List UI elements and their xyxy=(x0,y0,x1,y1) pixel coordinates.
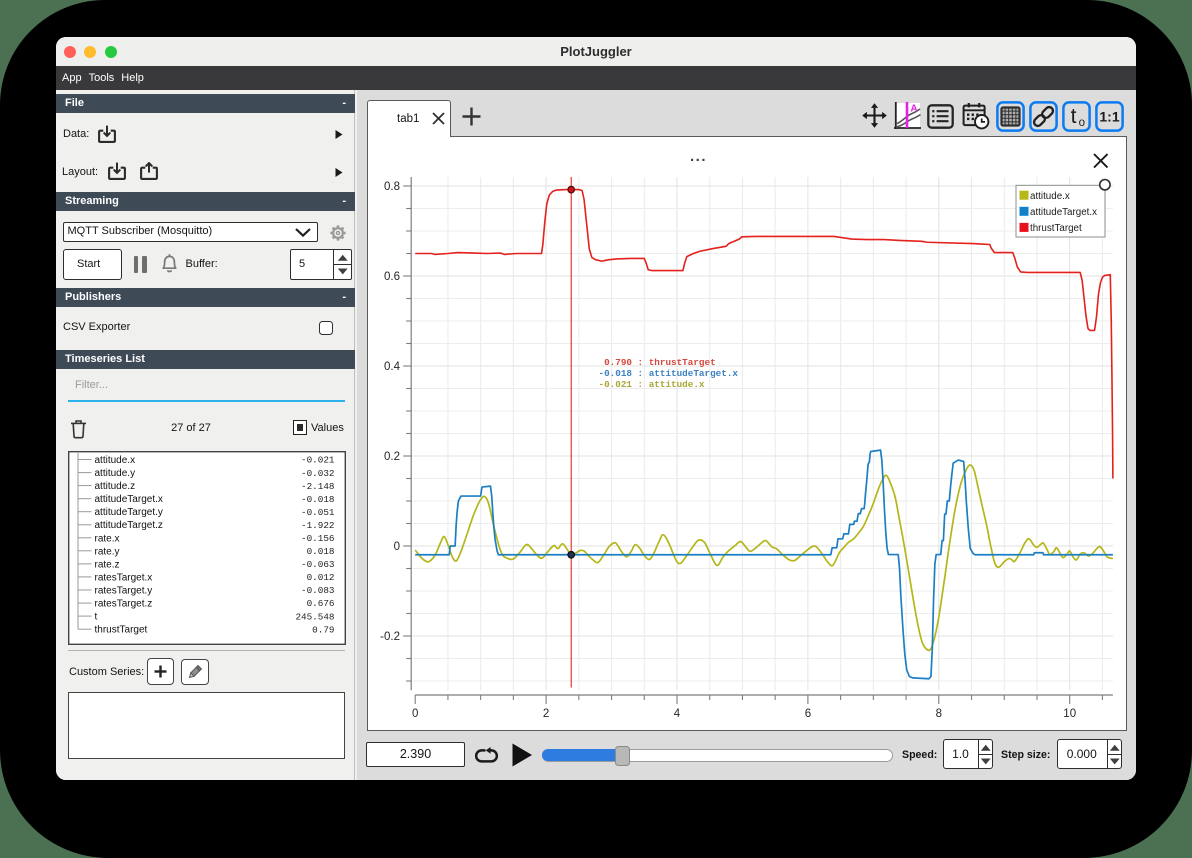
svg-text:-0.156: -0.156 xyxy=(301,533,334,544)
svg-text:ratesTarget.x: ratesTarget.x xyxy=(94,572,152,583)
svg-text:8: 8 xyxy=(936,708,942,720)
svg-text:-0.063: -0.063 xyxy=(301,559,334,570)
svg-text:o: o xyxy=(1079,117,1085,129)
svg-text:-2.148: -2.148 xyxy=(301,481,334,492)
svg-text:thrustTarget: thrustTarget xyxy=(94,625,147,636)
svg-text:attitudeTarget.z: attitudeTarget.z xyxy=(94,520,162,531)
svg-text:rate.x: rate.x xyxy=(94,533,119,544)
svg-text:6: 6 xyxy=(805,708,811,720)
svg-text:ratesTarget.y: ratesTarget.y xyxy=(94,586,152,597)
svg-text:thrustTarget: thrustTarget xyxy=(1030,223,1082,234)
svg-text:0.676: 0.676 xyxy=(306,598,334,609)
svg-text:A: A xyxy=(910,103,917,114)
svg-text:0.012: 0.012 xyxy=(306,572,334,583)
svg-text:-0.2: -0.2 xyxy=(380,631,400,643)
svg-text:0.8: 0.8 xyxy=(384,181,400,193)
svg-text:-0.032: -0.032 xyxy=(301,468,334,479)
svg-text:-0.018 : attitudeTarget.x: -0.018 : attitudeTarget.x xyxy=(599,368,739,379)
svg-text:0.790 : thrustTarget: 0.790 : thrustTarget xyxy=(599,357,716,368)
svg-text:-0.021 : attitude.x: -0.021 : attitude.x xyxy=(599,379,705,390)
svg-text:0.018: 0.018 xyxy=(306,546,334,557)
svg-text:ratesTarget.z: ratesTarget.z xyxy=(94,599,152,610)
svg-text:4: 4 xyxy=(674,708,681,720)
svg-text:-0.021: -0.021 xyxy=(301,455,335,466)
svg-text:t: t xyxy=(1071,105,1077,128)
svg-text:-1.922: -1.922 xyxy=(301,520,334,531)
svg-text:attitude.x: attitude.x xyxy=(1030,191,1070,202)
svg-text:attitude.x: attitude.x xyxy=(94,455,135,466)
svg-text:0: 0 xyxy=(394,541,400,553)
svg-text:0.4: 0.4 xyxy=(384,361,401,373)
svg-text:attitudeTarget.x: attitudeTarget.x xyxy=(1030,207,1097,218)
svg-text:1:1: 1:1 xyxy=(1099,108,1119,124)
svg-text:attitudeTarget.x: attitudeTarget.x xyxy=(94,494,162,505)
svg-text:0: 0 xyxy=(412,708,418,720)
svg-text:-0.051: -0.051 xyxy=(301,507,335,518)
svg-text:0.79: 0.79 xyxy=(312,624,334,635)
svg-text:245.548: 245.548 xyxy=(295,611,334,622)
svg-text:0.2: 0.2 xyxy=(384,451,400,463)
svg-text:rate.z: rate.z xyxy=(94,559,119,570)
svg-text:-0.083: -0.083 xyxy=(301,585,334,596)
svg-text:t: t xyxy=(94,612,97,623)
svg-text:2: 2 xyxy=(543,708,549,720)
svg-text:attitude.y: attitude.y xyxy=(94,468,135,479)
svg-text:rate.y: rate.y xyxy=(94,546,119,557)
svg-text:-0.018: -0.018 xyxy=(301,494,334,505)
svg-text:0.6: 0.6 xyxy=(384,271,400,283)
svg-text:attitudeTarget.y: attitudeTarget.y xyxy=(94,507,162,518)
svg-text:10: 10 xyxy=(1063,708,1076,720)
svg-text:attitude.z: attitude.z xyxy=(94,481,135,492)
